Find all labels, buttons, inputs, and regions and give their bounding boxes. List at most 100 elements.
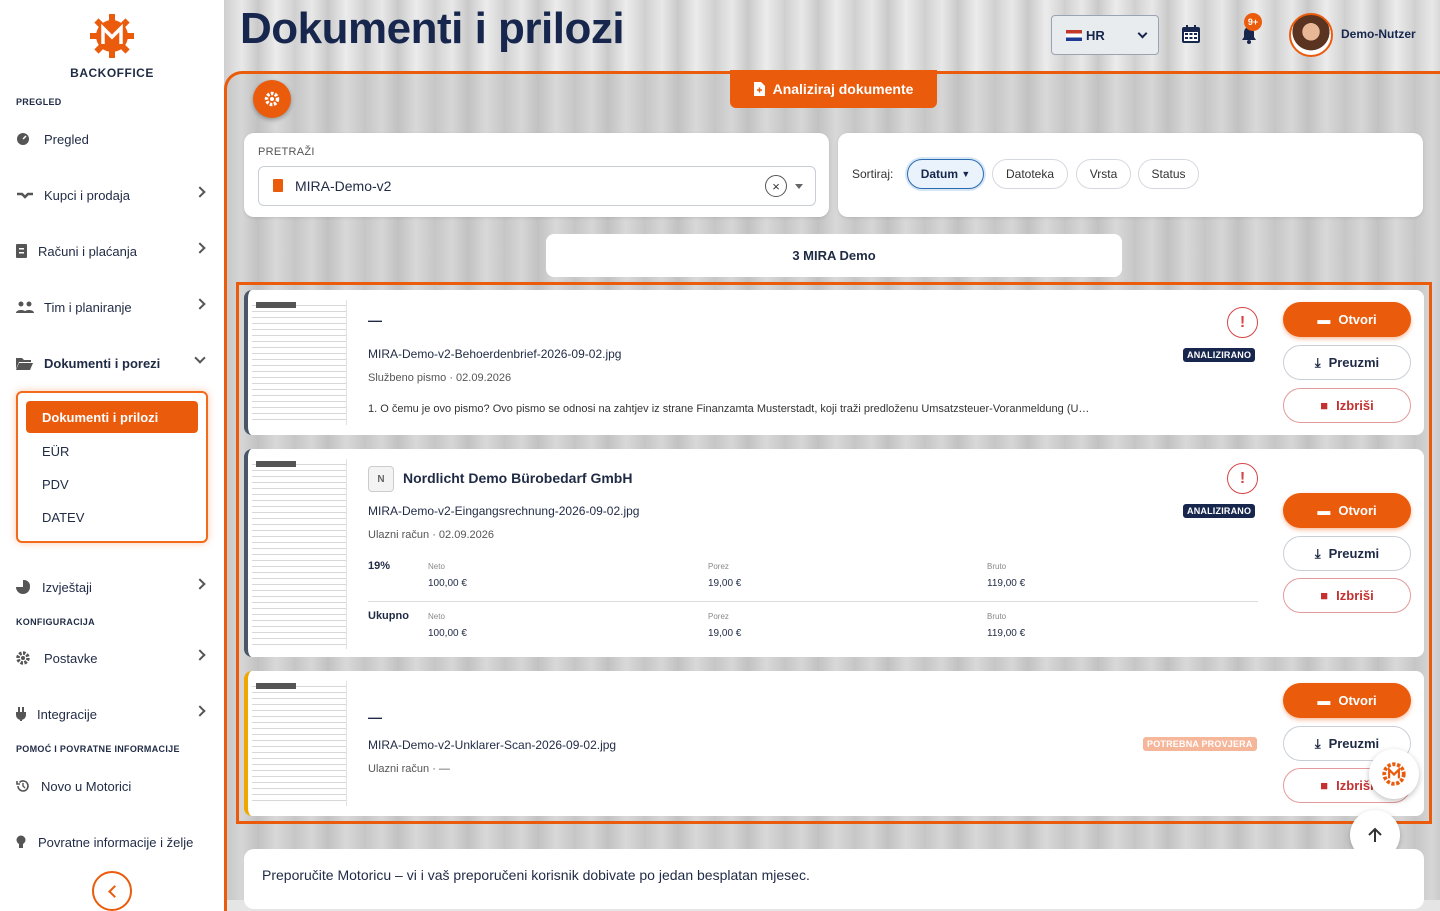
status-badge: ANALIZIRANO bbox=[1183, 504, 1256, 518]
sidebar-item-dokumenti[interactable]: Dokumenti i porezi bbox=[16, 349, 210, 377]
sidebar-item-label: Izvještaji bbox=[42, 579, 92, 595]
team-icon bbox=[16, 300, 38, 314]
document-thumbnail[interactable] bbox=[252, 459, 347, 649]
sidebar-item-integracije[interactable]: Integracije bbox=[16, 700, 210, 728]
sidebar-item-label: Računi i plaćanja bbox=[38, 243, 138, 259]
submenu-item-dokumenti-i-prilozi[interactable]: Dokumenti i prilozi bbox=[26, 401, 198, 433]
sidebar-item-izvjestaji[interactable]: Izvještaji bbox=[16, 573, 210, 601]
button-label: Otvori bbox=[1338, 693, 1377, 708]
download-button[interactable]: ⤓ Preuzmi bbox=[1283, 536, 1411, 571]
chevron-right-icon bbox=[194, 705, 206, 717]
sidebar: BACKOFFICE PREGLED Pregled Kupci i proda… bbox=[0, 0, 224, 911]
sidebar-item-povratne[interactable]: Povratne informacije i želje bbox=[16, 828, 210, 856]
sort-chip-datum[interactable]: Datum ▼ bbox=[907, 159, 984, 189]
referral-text: Preporučite Motoricu – vi i vaš preporuč… bbox=[262, 867, 810, 883]
croatia-flag-icon bbox=[1066, 29, 1082, 41]
chevron-down-icon bbox=[194, 352, 206, 364]
tax-key-bruto: Bruto bbox=[987, 612, 1007, 621]
sidebar-item-kupci[interactable]: Kupci i prodaja bbox=[16, 181, 210, 209]
tax-row-label: Ukupno bbox=[368, 610, 409, 622]
trash-icon: ■ bbox=[1320, 398, 1329, 413]
motorica-logo-icon bbox=[1382, 762, 1406, 786]
submenu-item-pdv[interactable]: PDV bbox=[42, 477, 69, 492]
sidebar-item-novo[interactable]: Novo u Motorici bbox=[16, 772, 210, 800]
open-button[interactable]: ▬ Otvori bbox=[1283, 683, 1411, 718]
download-icon: ⤓ bbox=[1314, 354, 1321, 370]
delete-button[interactable]: ■ Izbriši bbox=[1283, 578, 1411, 613]
trash-icon: ■ bbox=[1320, 588, 1329, 603]
open-button[interactable]: ▬ Otvori bbox=[1283, 493, 1411, 528]
document-filename[interactable]: MIRA-Demo-v2-Behoerdenbrief-2026-09-02.j… bbox=[368, 347, 621, 361]
button-label: Otvori bbox=[1338, 312, 1377, 327]
dashboard-icon bbox=[16, 132, 38, 146]
history-icon bbox=[16, 779, 35, 793]
open-button[interactable]: ▬ Otvori bbox=[1283, 302, 1411, 337]
referral-banner[interactable]: Preporučite Motoricu – vi i vaš preporuč… bbox=[244, 849, 1424, 909]
language-select[interactable]: HR bbox=[1051, 15, 1159, 55]
document-card[interactable]: N Nordlicht Demo Bürobedarf GmbH MIRA-De… bbox=[244, 449, 1424, 657]
tax-value-porez: 19,00 € bbox=[708, 628, 742, 639]
document-filename[interactable]: MIRA-Demo-v2-Eingangsrechnung-2026-09-02… bbox=[368, 504, 639, 518]
button-label: Izbriši bbox=[1336, 588, 1374, 603]
gear-icon bbox=[264, 91, 280, 107]
panel-settings-button[interactable] bbox=[253, 80, 291, 118]
sort-chip-status[interactable]: Status bbox=[1138, 159, 1199, 189]
submenu-dokumenti: Dokumenti i prilozi EÜR PDV DATEV bbox=[16, 391, 208, 543]
chevron-down-icon bbox=[1137, 28, 1148, 39]
assistant-button[interactable] bbox=[1369, 749, 1419, 799]
status-badge: POTREBNA PROVJERA bbox=[1143, 737, 1257, 751]
alert-icon[interactable]: ! bbox=[1227, 307, 1258, 338]
sort-card: Sortiraj: Datum ▼ Datoteka Vrsta Status bbox=[838, 133, 1423, 217]
download-button[interactable]: ⤓ Preuzmi bbox=[1283, 345, 1411, 380]
analyze-documents-button[interactable]: Analiziraj dokumente bbox=[730, 70, 937, 108]
avatar[interactable] bbox=[1289, 13, 1333, 57]
sidebar-item-label: Kupci i prodaja bbox=[44, 187, 130, 203]
document-icon bbox=[753, 82, 765, 96]
document-card[interactable]: — MIRA-Demo-v2-Behoerdenbrief-2026-09-02… bbox=[244, 290, 1424, 435]
search-input[interactable]: MIRA-Demo-v2 × bbox=[258, 166, 816, 206]
group-label[interactable]: 3 MIRA Demo bbox=[546, 234, 1122, 277]
sort-chip-vrsta[interactable]: Vrsta bbox=[1076, 159, 1131, 189]
user-name[interactable]: Demo-Nutzer bbox=[1341, 27, 1416, 41]
button-label: Preuzmi bbox=[1328, 355, 1380, 370]
folder-open-icon: ▬ bbox=[1317, 312, 1331, 327]
submenu-item-datev[interactable]: DATEV bbox=[42, 510, 84, 525]
sidebar-item-label: Novo u Motorici bbox=[41, 778, 132, 794]
clear-search-button[interactable]: × bbox=[765, 175, 787, 197]
sidebar-item-pregled[interactable]: Pregled bbox=[16, 125, 210, 153]
button-label: Preuzmi bbox=[1328, 546, 1380, 561]
calendar-icon[interactable] bbox=[1182, 25, 1200, 43]
section-help: POMOĆ I POVRATNE INFORMACIJE bbox=[16, 744, 180, 754]
delete-button[interactable]: ■ Izbriši bbox=[1283, 388, 1411, 423]
sort-chip-datoteka[interactable]: Datoteka bbox=[992, 159, 1068, 189]
sidebar-item-label: Postavke bbox=[44, 650, 98, 666]
chevron-right-icon bbox=[194, 578, 206, 590]
tax-value-neto: 100,00 € bbox=[428, 578, 467, 589]
tax-key-porez: Porez bbox=[708, 562, 729, 571]
sidebar-item-tim[interactable]: Tim i planiranje bbox=[16, 293, 210, 321]
submenu-item-eur[interactable]: EÜR bbox=[42, 444, 69, 459]
folder-open-icon: ▬ bbox=[1317, 503, 1331, 518]
document-title: Nordlicht Demo Bürobedarf GmbH bbox=[403, 470, 633, 486]
alert-icon[interactable]: ! bbox=[1227, 463, 1258, 494]
analyze-label: Analiziraj dokumente bbox=[772, 81, 914, 97]
document-card[interactable]: — MIRA-Demo-v2-Unklarer-Scan-2026-09-02.… bbox=[244, 671, 1424, 816]
document-thumbnail[interactable] bbox=[252, 681, 347, 806]
button-label: Izbriši bbox=[1336, 778, 1374, 793]
chevron-right-icon bbox=[194, 186, 206, 198]
motorica-logo-icon[interactable] bbox=[88, 12, 136, 60]
collapse-sidebar-button[interactable] bbox=[92, 871, 132, 911]
document-filename[interactable]: MIRA-Demo-v2-Unklarer-Scan-2026-09-02.jp… bbox=[368, 738, 616, 752]
tax-value-bruto: 119,00 € bbox=[987, 628, 1026, 639]
sidebar-item-label: Pregled bbox=[44, 131, 89, 147]
sidebar-item-postavke[interactable]: Postavke bbox=[16, 644, 210, 672]
arrow-up-icon bbox=[1368, 827, 1382, 842]
search-card: PRETRAŽI MIRA-Demo-v2 × bbox=[244, 133, 829, 217]
sidebar-item-racuni[interactable]: Računi i plaćanja bbox=[16, 237, 210, 265]
button-label: Preuzmi bbox=[1328, 736, 1380, 751]
dropdown-caret-icon[interactable] bbox=[795, 184, 803, 189]
document-thumbnail[interactable] bbox=[252, 300, 347, 425]
sidebar-item-label: Integracije bbox=[37, 706, 97, 722]
gear-icon bbox=[16, 651, 38, 665]
tax-key-bruto: Bruto bbox=[987, 562, 1007, 571]
